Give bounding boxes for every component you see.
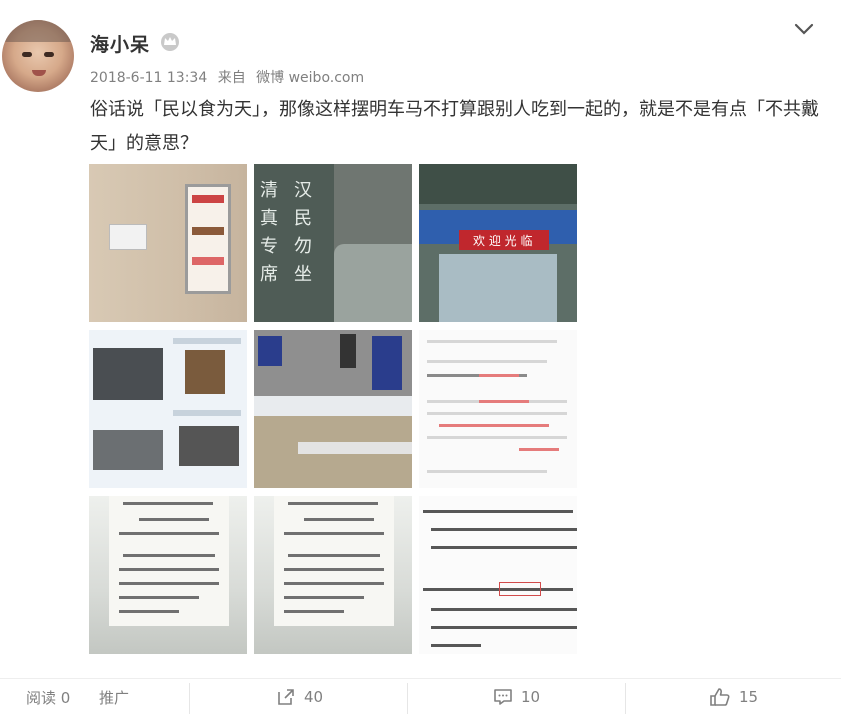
photo-2[interactable]: 清 真 专 席 汉 民 勿 坐 <box>254 164 412 322</box>
photo-1[interactable] <box>89 164 247 322</box>
photo-4[interactable] <box>89 330 247 488</box>
photo-1-poster <box>185 184 231 294</box>
comment-icon <box>494 689 512 705</box>
like-count: 15 <box>739 688 759 706</box>
comment-button[interactable]: 10 <box>493 679 540 714</box>
image-grid: 清 真 专 席 汉 民 勿 坐 欢 迎 光 临 <box>89 164 579 654</box>
thumbs-up-icon <box>710 688 730 706</box>
crown-badge-icon[interactable] <box>160 32 180 52</box>
repost-count: 40 <box>304 688 324 706</box>
photo-7[interactable] <box>89 496 247 654</box>
read-count: 阅读 0 <box>26 688 71 707</box>
post-meta: 2018-6-11 13:34 来自 微博 weibo.com <box>90 67 370 87</box>
photo-6[interactable] <box>419 330 577 488</box>
source-link[interactable]: 微博 weibo.com <box>256 70 364 86</box>
source-prefix: 来自 <box>217 70 246 86</box>
promote-button[interactable]: 推广 <box>99 679 129 714</box>
photo-2-sign: 清 真 专 席 汉 民 勿 坐 <box>254 164 334 322</box>
username[interactable]: 海小呆 <box>90 30 150 57</box>
photo-8[interactable] <box>254 496 412 654</box>
chevron-down-icon[interactable] <box>794 22 814 36</box>
post-text: 俗话说「民以食为天」，那像这样摆明车马不打算跟别人吃到一起的，就是不是有点「不共… <box>90 99 819 154</box>
photo-9[interactable] <box>419 496 577 654</box>
avatar[interactable] <box>2 20 74 92</box>
photo-2-chair <box>334 244 412 322</box>
repost-button[interactable]: 40 <box>276 679 323 714</box>
action-bar: 阅读 0 推广 40 10 15 <box>0 678 841 714</box>
weibo-post: 海小呆 2018-6-11 13:34 来自 微博 weibo.com 俗话说「… <box>0 0 841 714</box>
comment-count: 10 <box>521 688 541 706</box>
repost-icon <box>278 689 294 705</box>
photo-1-notice <box>109 224 147 250</box>
photo-3[interactable]: 欢 迎 光 临 <box>419 164 577 322</box>
photo-5[interactable] <box>254 330 412 488</box>
post-date[interactable]: 2018-6-11 13:34 <box>90 70 207 86</box>
like-button[interactable]: 15 <box>709 679 758 714</box>
